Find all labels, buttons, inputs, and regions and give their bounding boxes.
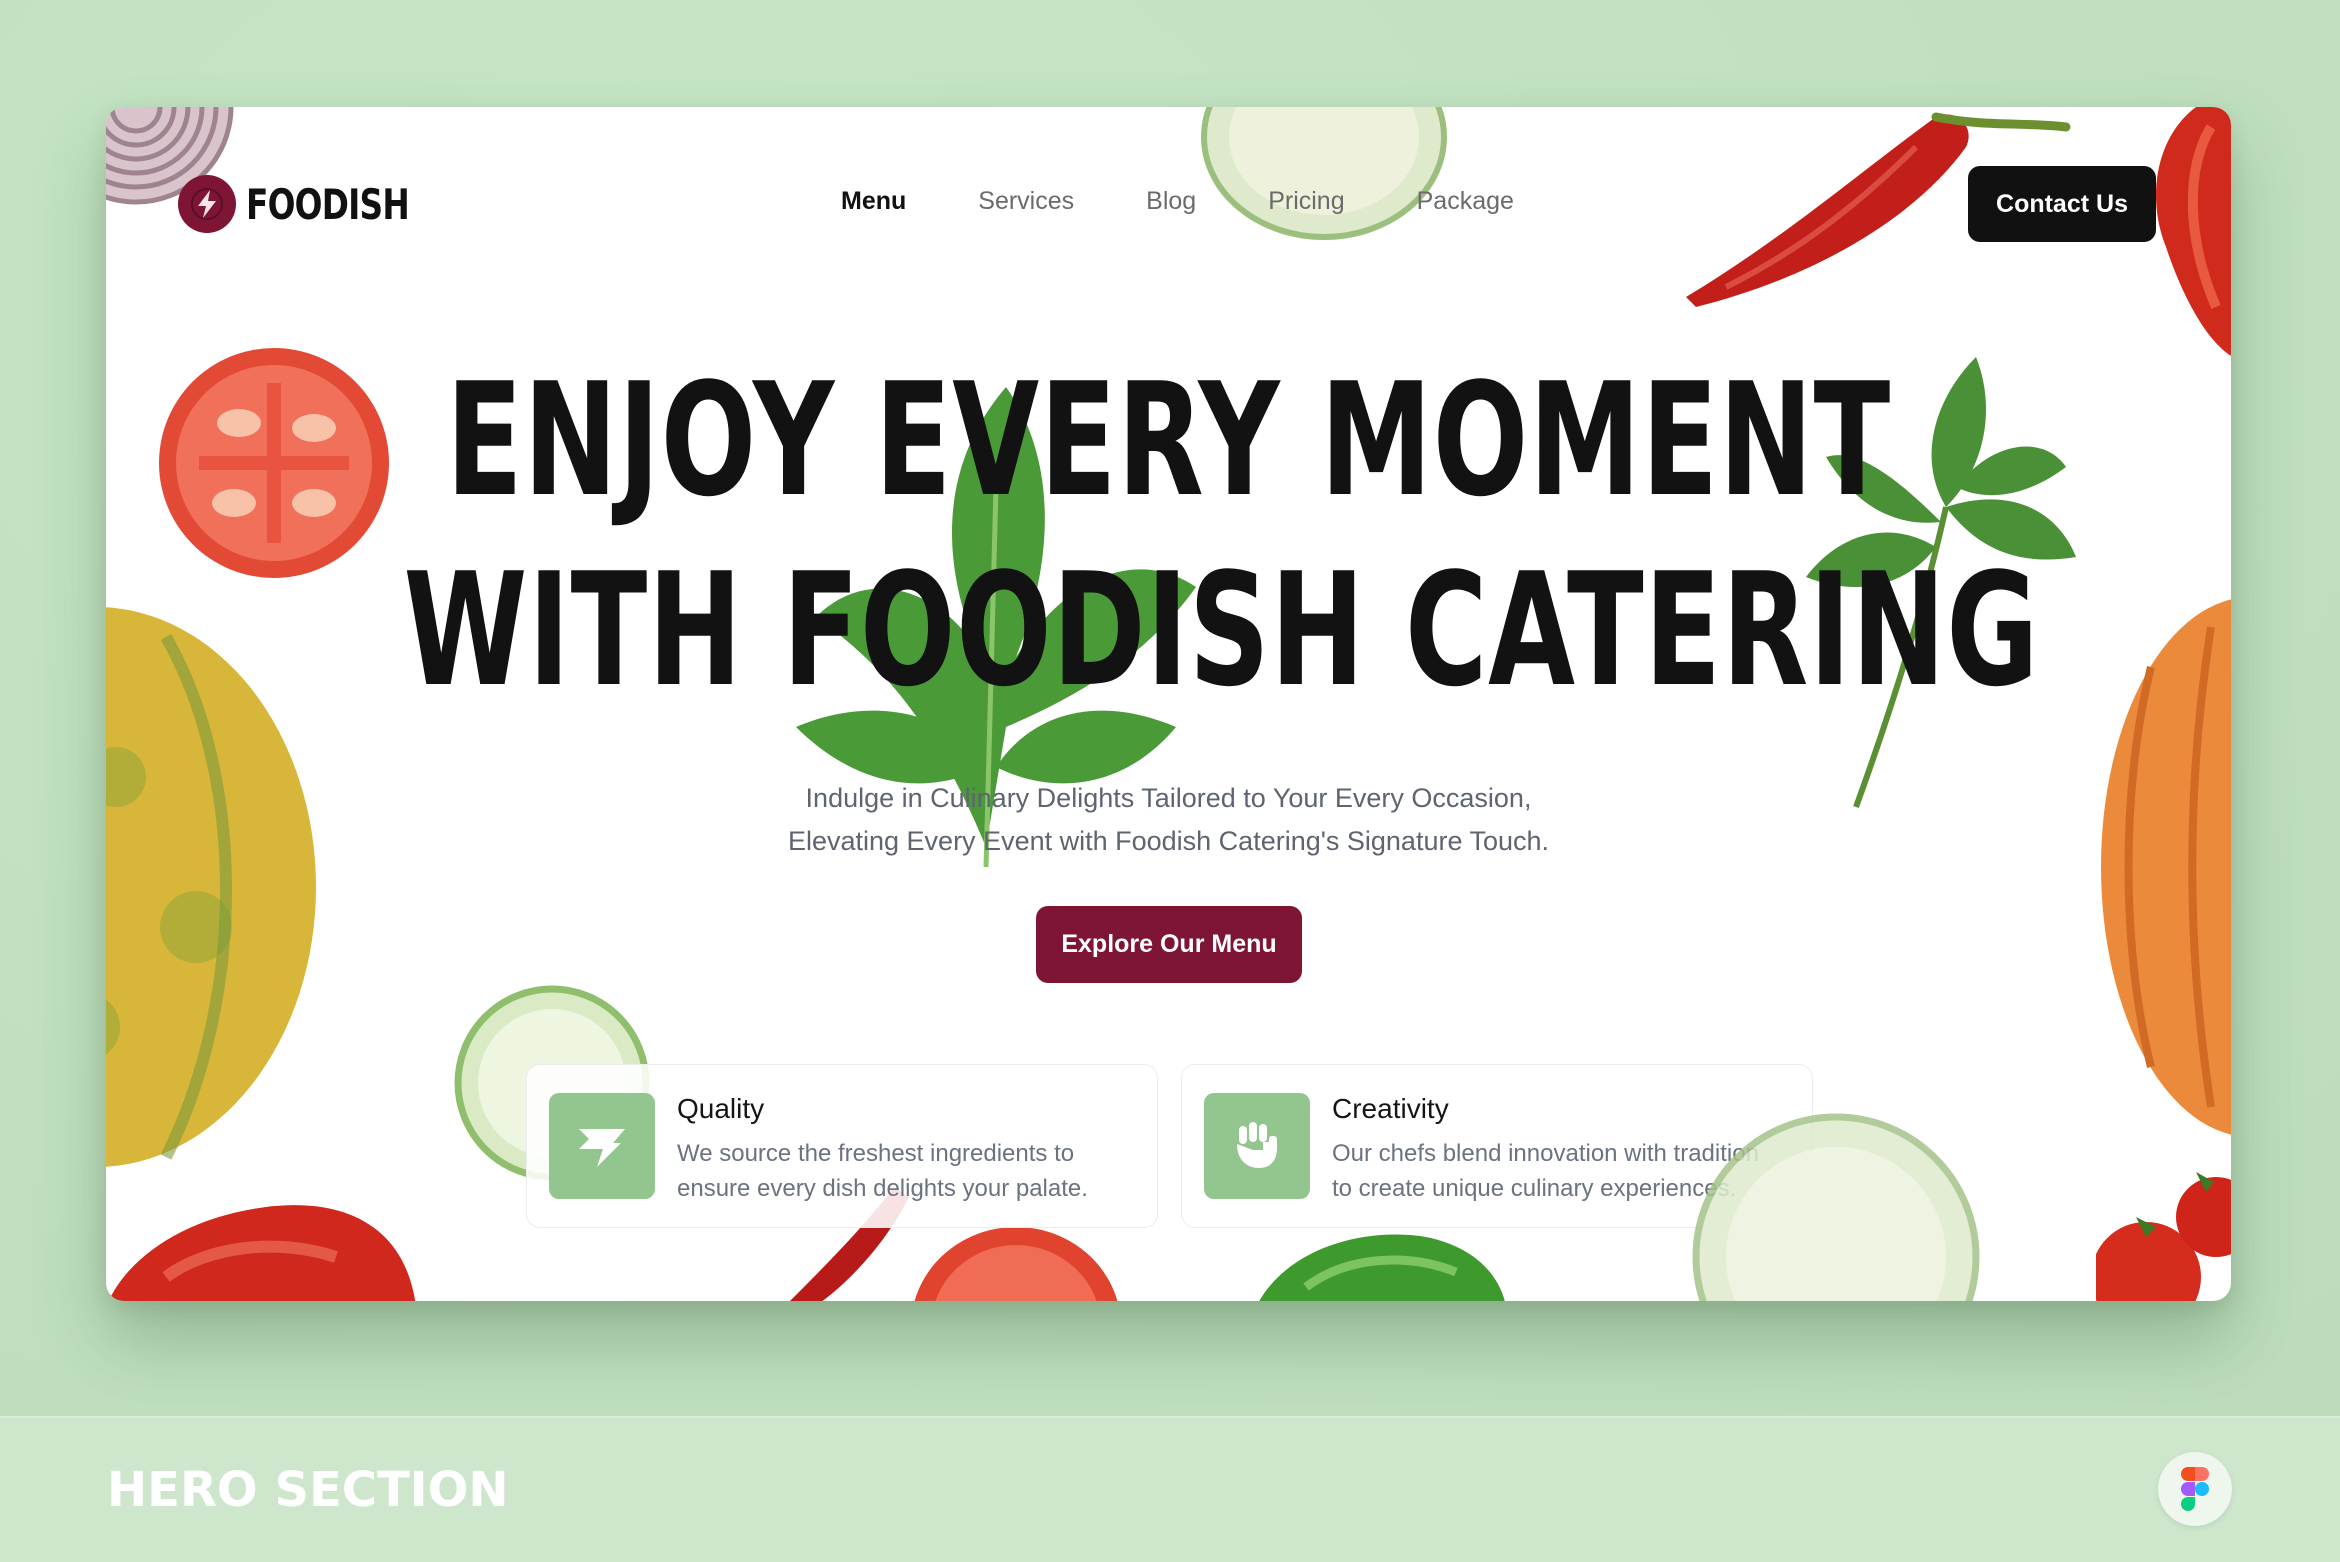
presentation-footer: HERO SECTION	[0, 1416, 2340, 1562]
feature-card-quality: Quality We source the freshest ingredien…	[526, 1064, 1158, 1228]
feature-description: We source the freshest ingredients to en…	[677, 1136, 1157, 1206]
cherry-tomatoes-decoration	[2096, 1172, 2231, 1301]
brand-logo[interactable]: FOODISH	[178, 175, 455, 233]
nav-item-menu[interactable]: Menu	[841, 187, 906, 216]
feature-description-line-2: to create unique culinary experiences.	[1332, 1175, 1737, 1202]
zucchini-slice-top-decoration	[1201, 107, 1447, 240]
feature-description-line-2: ensure every dish delights your palate.	[677, 1175, 1088, 1202]
explore-menu-button[interactable]: Explore Our Menu	[1036, 906, 1302, 983]
feature-description: Our chefs blend innovation with traditio…	[1332, 1136, 1812, 1206]
hero-title-line-2: WITH FOODISH CATERING	[403, 539, 2040, 721]
feature-card-creativity: Creativity Our chefs blend innovation wi…	[1181, 1064, 1813, 1228]
brand-name: FOODISH	[246, 179, 410, 229]
hero-subtitle: Indulge in Culinary Delights Tailored to…	[106, 777, 2231, 863]
feature-description-line-1: Our chefs blend innovation with traditio…	[1332, 1140, 1759, 1167]
hero-subtitle-line-2: Elevating Every Event with Foodish Cater…	[787, 826, 1550, 856]
hero-subtitle-line-1: Indulge in Culinary Delights Tailored to…	[805, 783, 1532, 813]
flag-icon	[549, 1093, 655, 1199]
hero-title: ENJOY EVERY MOMENT WITH FOODISH CATERING	[106, 345, 2231, 725]
nav-item-blog[interactable]: Blog	[1146, 187, 1196, 216]
lightning-bolt-icon	[178, 175, 236, 233]
hero-title-line-1: ENJOY EVERY MOMENT	[446, 349, 1891, 531]
contact-us-button[interactable]: Contact Us	[1968, 166, 2156, 242]
main-nav: Menu Services Blog Pricing Package	[841, 187, 1586, 216]
nav-item-services[interactable]: Services	[978, 187, 1074, 216]
feature-description-line-1: We source the freshest ingredients to	[677, 1140, 1075, 1167]
figma-icon[interactable]	[2158, 1452, 2232, 1526]
section-label: HERO SECTION	[107, 1462, 509, 1518]
hero-frame: FOODISH Menu Services Blog Pricing Packa…	[106, 107, 2231, 1301]
green-pepper-bottom-decoration	[1259, 1234, 1505, 1301]
fist-icon	[1204, 1093, 1310, 1199]
nav-item-pricing[interactable]: Pricing	[1268, 187, 1344, 216]
red-pepper-bottom-left-decoration	[108, 1205, 415, 1301]
tomato-slice-bottom-decoration	[914, 1227, 1118, 1301]
feature-title: Creativity	[1332, 1093, 1449, 1124]
nav-item-package[interactable]: Package	[1417, 187, 1514, 216]
feature-title: Quality	[677, 1093, 765, 1124]
